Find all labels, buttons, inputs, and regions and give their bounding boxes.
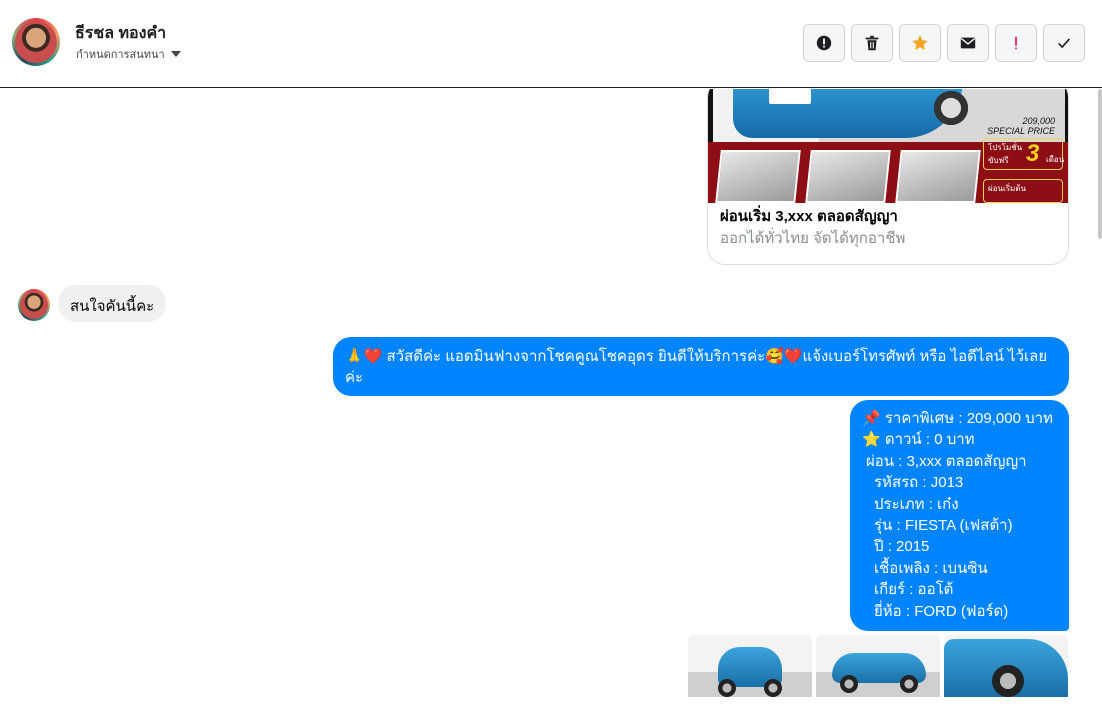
detail-year: ปี : 2015 bbox=[874, 538, 930, 556]
detail-installment: ผ่อน : 3,xxx ตลอดสัญญา bbox=[866, 452, 1027, 470]
ad-car-thumb bbox=[895, 150, 981, 203]
ad-description: ออกได้ทั่วไทย จัดได้ทุกอาชีพ bbox=[720, 230, 906, 247]
check-icon bbox=[1058, 38, 1071, 49]
ad-promo2-label: ผ่อนเริ่มต้น bbox=[988, 184, 1026, 193]
star-icon bbox=[912, 35, 928, 51]
detail-price: 📌 ราคาพิเศษ : 209,000 บาท bbox=[862, 410, 1053, 427]
alert-circle-icon bbox=[816, 35, 832, 51]
ad-promo-unit: เดือน bbox=[1046, 155, 1065, 164]
star-button[interactable] bbox=[899, 24, 941, 62]
contact-avatar[interactable] bbox=[12, 18, 60, 66]
car-photo-side[interactable] bbox=[816, 635, 940, 697]
ad-price-caption: SPECIAL PRICE bbox=[987, 126, 1055, 136]
delete-button[interactable] bbox=[851, 24, 893, 62]
car-photo-detail[interactable] bbox=[944, 635, 1068, 697]
important-icon bbox=[1015, 36, 1017, 50]
avatar-photo bbox=[20, 291, 48, 319]
report-button[interactable] bbox=[803, 24, 845, 62]
conversation-header: ธีรชล ทองคำ กำหนดการสนทนา bbox=[0, 0, 1102, 88]
outgoing-message-details[interactable]: 📌 ราคาพิเศษ : 209,000 บาท ⭐ ดาวน์ : 0 บา… bbox=[850, 400, 1069, 631]
car-wheel-shape bbox=[992, 665, 1024, 697]
detail-fuel: เชื้อเพลิง : เบนซิน bbox=[874, 559, 988, 577]
mail-icon bbox=[960, 37, 976, 49]
detail-brand: ยี่ห้อ : FORD (ฟอร์ด) bbox=[874, 602, 1009, 620]
ad-car-thumb bbox=[805, 150, 891, 203]
detail-gear: เกียร์ : ออโต้ bbox=[874, 581, 954, 599]
detail-down: ⭐ ดาวน์ : 0 บาท bbox=[862, 431, 975, 449]
ad-promo-number: 3 bbox=[1026, 140, 1040, 167]
ad-hero-photo: 209,000 SPECIAL PRICE bbox=[713, 89, 1065, 142]
ad-price-tag: 209,000 SPECIAL PRICE bbox=[987, 116, 1055, 136]
thread-scrollbar[interactable] bbox=[1098, 89, 1102, 239]
car-photo-rear[interactable] bbox=[688, 635, 812, 697]
ad-promo-box-2: ผ่อนเริ่มต้น bbox=[983, 179, 1063, 203]
ad-preview-card[interactable]: 209,000 SPECIAL PRICE โปรโมชั่น ขับฟรี 3… bbox=[707, 89, 1069, 265]
car-wheel-shape bbox=[718, 679, 736, 697]
ad-price-value: 209,000 bbox=[1022, 116, 1055, 126]
trash-icon bbox=[865, 35, 879, 51]
detail-model: รุ่น : FIESTA (เฟสต้า) bbox=[874, 517, 1013, 535]
mark-important-button[interactable] bbox=[995, 24, 1037, 62]
incoming-message[interactable]: สนใจคันนี้คะ bbox=[58, 285, 167, 322]
detail-code: รหัสรถ : J013 bbox=[874, 474, 964, 492]
conversation-options-dropdown[interactable]: กำหนดการสนทนา bbox=[76, 45, 181, 63]
conversation-options-label: กำหนดการสนทนา bbox=[76, 49, 165, 61]
mark-unread-button[interactable] bbox=[947, 24, 989, 62]
outgoing-message[interactable]: 🙏❤️ สวัสดีค่ะ แอดมินฟางจากโชคคูณโชคอุดร … bbox=[333, 337, 1069, 396]
car-wheel-shape bbox=[840, 675, 858, 693]
ad-image: 209,000 SPECIAL PRICE โปรโมชั่น ขับฟรี 3… bbox=[708, 89, 1068, 203]
ad-car-thumb bbox=[715, 150, 801, 203]
message-thread[interactable]: 209,000 SPECIAL PRICE โปรโมชั่น ขับฟรี 3… bbox=[0, 89, 1102, 708]
ad-promo-box: โปรโมชั่น ขับฟรี 3 เดือน bbox=[983, 138, 1065, 170]
car-wheel-shape bbox=[900, 675, 918, 693]
detail-type: ประเภท : เก๋ง bbox=[874, 495, 959, 513]
sender-avatar[interactable] bbox=[18, 289, 50, 321]
ad-title: ผ่อนเริ่ม 3,xxx ตลอดสัญญา bbox=[720, 208, 898, 225]
car-wheel-shape bbox=[931, 89, 971, 128]
license-plate bbox=[769, 89, 811, 104]
caret-down-icon bbox=[170, 51, 181, 57]
mark-done-button[interactable] bbox=[1043, 24, 1085, 62]
car-body-shape bbox=[733, 89, 963, 138]
action-toolbar bbox=[803, 24, 1085, 62]
avatar-photo bbox=[15, 21, 57, 63]
car-photo-attachments bbox=[688, 635, 1068, 697]
car-wheel-shape bbox=[764, 679, 782, 697]
contact-name[interactable]: ธีรชล ทองคำ bbox=[75, 21, 166, 46]
